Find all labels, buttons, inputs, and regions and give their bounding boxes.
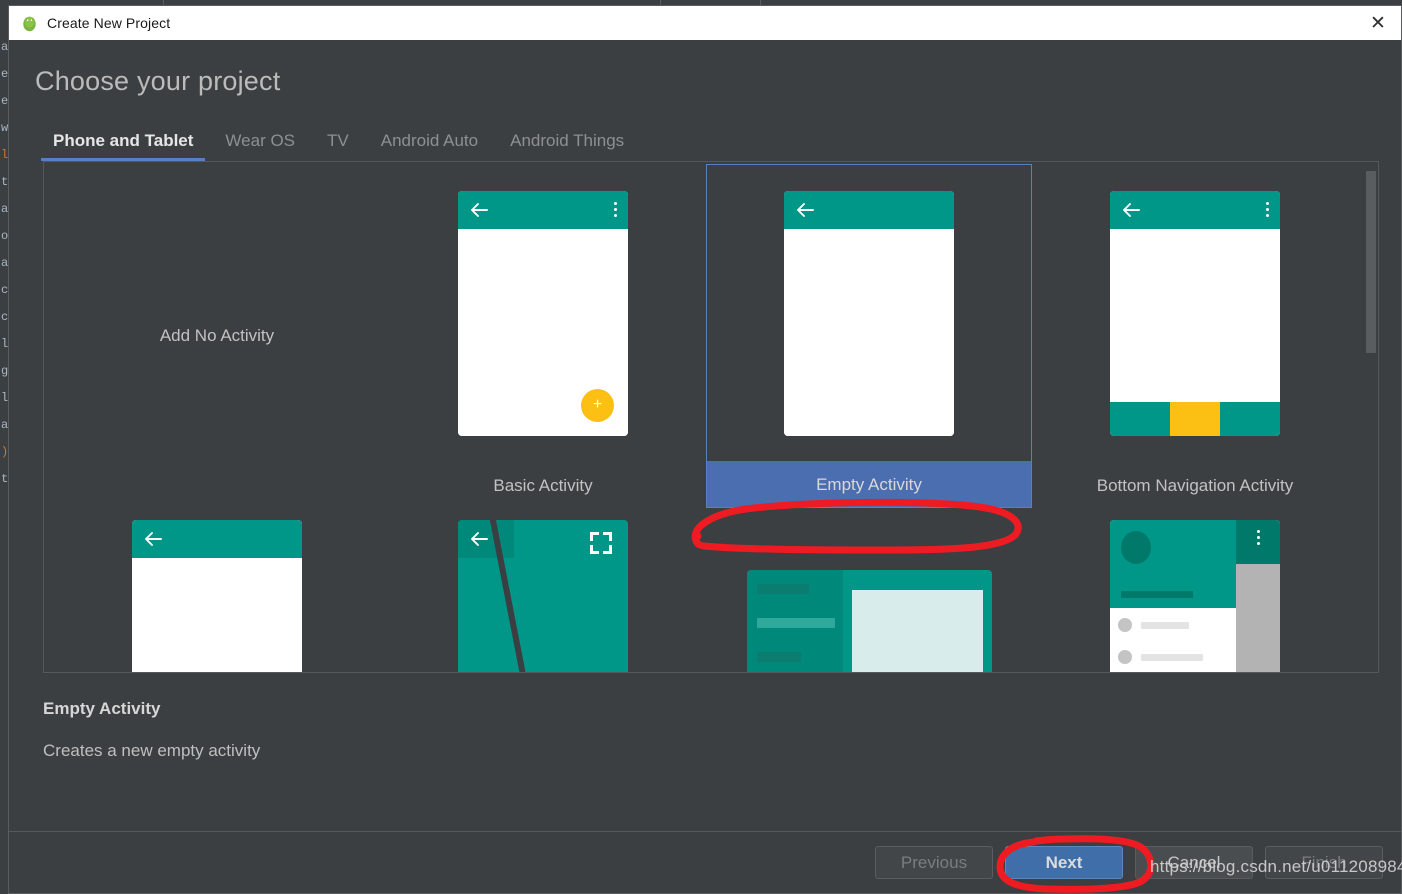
phone-mock-fullscreen xyxy=(458,520,628,672)
description-title: Empty Activity xyxy=(43,699,161,718)
back-arrow-icon xyxy=(469,531,489,547)
drawer-header xyxy=(1110,520,1236,608)
android-icon xyxy=(21,15,38,32)
floating-action-button-icon: + xyxy=(581,388,614,422)
template-card-row2-1[interactable] xyxy=(54,520,380,672)
create-new-project-dialog: Create New Project ✕ Choose your project… xyxy=(8,5,1402,894)
watermark-text: https://blog.csdn.net/u011208984 xyxy=(1150,857,1402,876)
bottom-nav-item xyxy=(1110,401,1170,436)
template-description: Empty Activity Creates a new empty activ… xyxy=(9,673,1401,761)
phone-screen: + xyxy=(458,228,628,436)
template-card-add-no-activity[interactable]: Add No Activity xyxy=(54,164,380,508)
tab-android-things[interactable]: Android Things xyxy=(494,131,640,161)
app-bar xyxy=(458,520,514,558)
template-card-row2-4[interactable] xyxy=(1032,520,1358,672)
avatar xyxy=(1121,531,1151,564)
template-thumbnail-basic-activity: + xyxy=(380,164,706,462)
diagonal-divider xyxy=(486,520,554,672)
fullscreen-expand-icon xyxy=(590,532,612,554)
app-bar xyxy=(784,190,954,229)
drawer-item-list xyxy=(1110,608,1236,672)
dialog-title: Create New Project xyxy=(47,15,171,31)
template-thumbnail-bottom-navigation xyxy=(1032,164,1358,462)
template-thumbnail-row2-1 xyxy=(54,520,380,672)
template-thumbnail-master-detail xyxy=(706,570,1032,672)
drawer-list-item xyxy=(1118,618,1228,632)
drawer-item-label-placeholder xyxy=(1141,621,1189,629)
overflow-menu-icon xyxy=(1256,530,1260,564)
phone-screen xyxy=(132,558,302,672)
template-thumbnail-fullscreen xyxy=(380,520,706,672)
app-bar xyxy=(132,520,302,558)
template-thumbnail-empty-activity xyxy=(707,165,1031,461)
template-label-add-no-activity: Add No Activity xyxy=(159,326,275,345)
phone-mock-bottomnav xyxy=(1110,190,1280,436)
phone-screen xyxy=(1110,228,1280,402)
template-grid-scrollbar[interactable] xyxy=(1365,163,1377,671)
app-bar xyxy=(1110,190,1280,229)
template-grid: Add No Activity + Basic Activity Empty A… xyxy=(44,162,1378,672)
next-button[interactable]: Next xyxy=(1005,846,1123,879)
master-list-pane xyxy=(746,570,843,672)
list-item-placeholder xyxy=(756,584,809,594)
template-card-row2-3[interactable] xyxy=(706,570,1032,672)
template-label-basic-activity: Basic Activity xyxy=(493,476,593,495)
template-card-basic-activity[interactable]: + Basic Activity xyxy=(380,164,706,508)
tab-android-auto[interactable]: Android Auto xyxy=(365,131,494,161)
tab-phone-and-tablet[interactable]: Phone and Tablet xyxy=(37,131,209,161)
dialog-title-bar: Create New Project ✕ xyxy=(9,6,1401,40)
drawer-item-icon xyxy=(1118,618,1132,632)
drawer-item-label-placeholder xyxy=(1141,653,1203,661)
phone-screen xyxy=(784,228,954,436)
template-thumbnail-nav-drawer xyxy=(1032,520,1358,672)
title-bar-left: Create New Project xyxy=(21,15,170,32)
phone-mock-basic: + xyxy=(458,190,628,436)
template-grid-panel: Add No Activity + Basic Activity Empty A… xyxy=(43,161,1379,673)
back-arrow-icon xyxy=(143,531,163,547)
screen-root: a e e w l. ti a o a c c l g l a ) t xyxy=(0,0,1402,894)
tab-tv[interactable]: TV xyxy=(311,131,365,161)
list-item-placeholder-selected xyxy=(756,618,835,628)
overflow-menu-icon xyxy=(614,202,617,217)
drawer-scrim xyxy=(1236,520,1280,672)
previous-button[interactable]: Previous xyxy=(875,846,993,879)
template-card-empty-activity[interactable]: Empty Activity xyxy=(706,164,1032,508)
close-icon[interactable]: ✕ xyxy=(1363,9,1393,37)
overflow-menu-icon xyxy=(1266,202,1269,217)
template-thumbnail-add-no-activity: Add No Activity xyxy=(54,164,380,508)
back-arrow-icon xyxy=(469,202,489,218)
detail-pane xyxy=(843,570,992,672)
template-label-bottom-navigation-activity: Bottom Navigation Activity xyxy=(1096,476,1294,495)
detail-content-placeholder xyxy=(851,590,983,672)
back-arrow-icon xyxy=(795,202,815,218)
template-card-row2-2[interactable] xyxy=(380,520,706,672)
template-card-bottom-navigation-activity[interactable]: Bottom Navigation Activity xyxy=(1032,164,1358,508)
tab-wear-os[interactable]: Wear OS xyxy=(209,131,311,161)
template-label-empty-activity: Empty Activity xyxy=(707,461,1031,507)
drawer-list-item xyxy=(1118,650,1228,664)
account-name-placeholder xyxy=(1121,591,1193,598)
navigation-drawer-mock xyxy=(1110,520,1280,672)
list-item-placeholder xyxy=(756,652,801,662)
description-text: Creates a new empty activity xyxy=(43,741,261,760)
template-panel-wrapper: Add No Activity + Basic Activity Empty A… xyxy=(9,161,1401,673)
scrollbar-thumb[interactable] xyxy=(1366,171,1376,353)
bottom-nav-item-active xyxy=(1169,401,1221,436)
bottom-nav-item xyxy=(1220,401,1280,436)
phone-mock-empty xyxy=(784,190,954,436)
drawer-item-icon xyxy=(1118,650,1132,664)
back-arrow-icon xyxy=(1121,202,1141,218)
bottom-navigation-bar xyxy=(1110,401,1280,436)
master-detail-mock xyxy=(746,570,992,672)
dialog-body: Choose your project Phone and Tablet Wea… xyxy=(9,40,1401,893)
drawer-pane xyxy=(1110,520,1236,672)
phone-mock-plain xyxy=(132,520,302,672)
device-category-tabs: Phone and Tablet Wear OS TV Android Auto… xyxy=(9,97,1401,161)
scrim-app-bar xyxy=(1236,520,1280,564)
page-title: Choose your project xyxy=(35,66,281,96)
app-bar xyxy=(458,190,628,229)
